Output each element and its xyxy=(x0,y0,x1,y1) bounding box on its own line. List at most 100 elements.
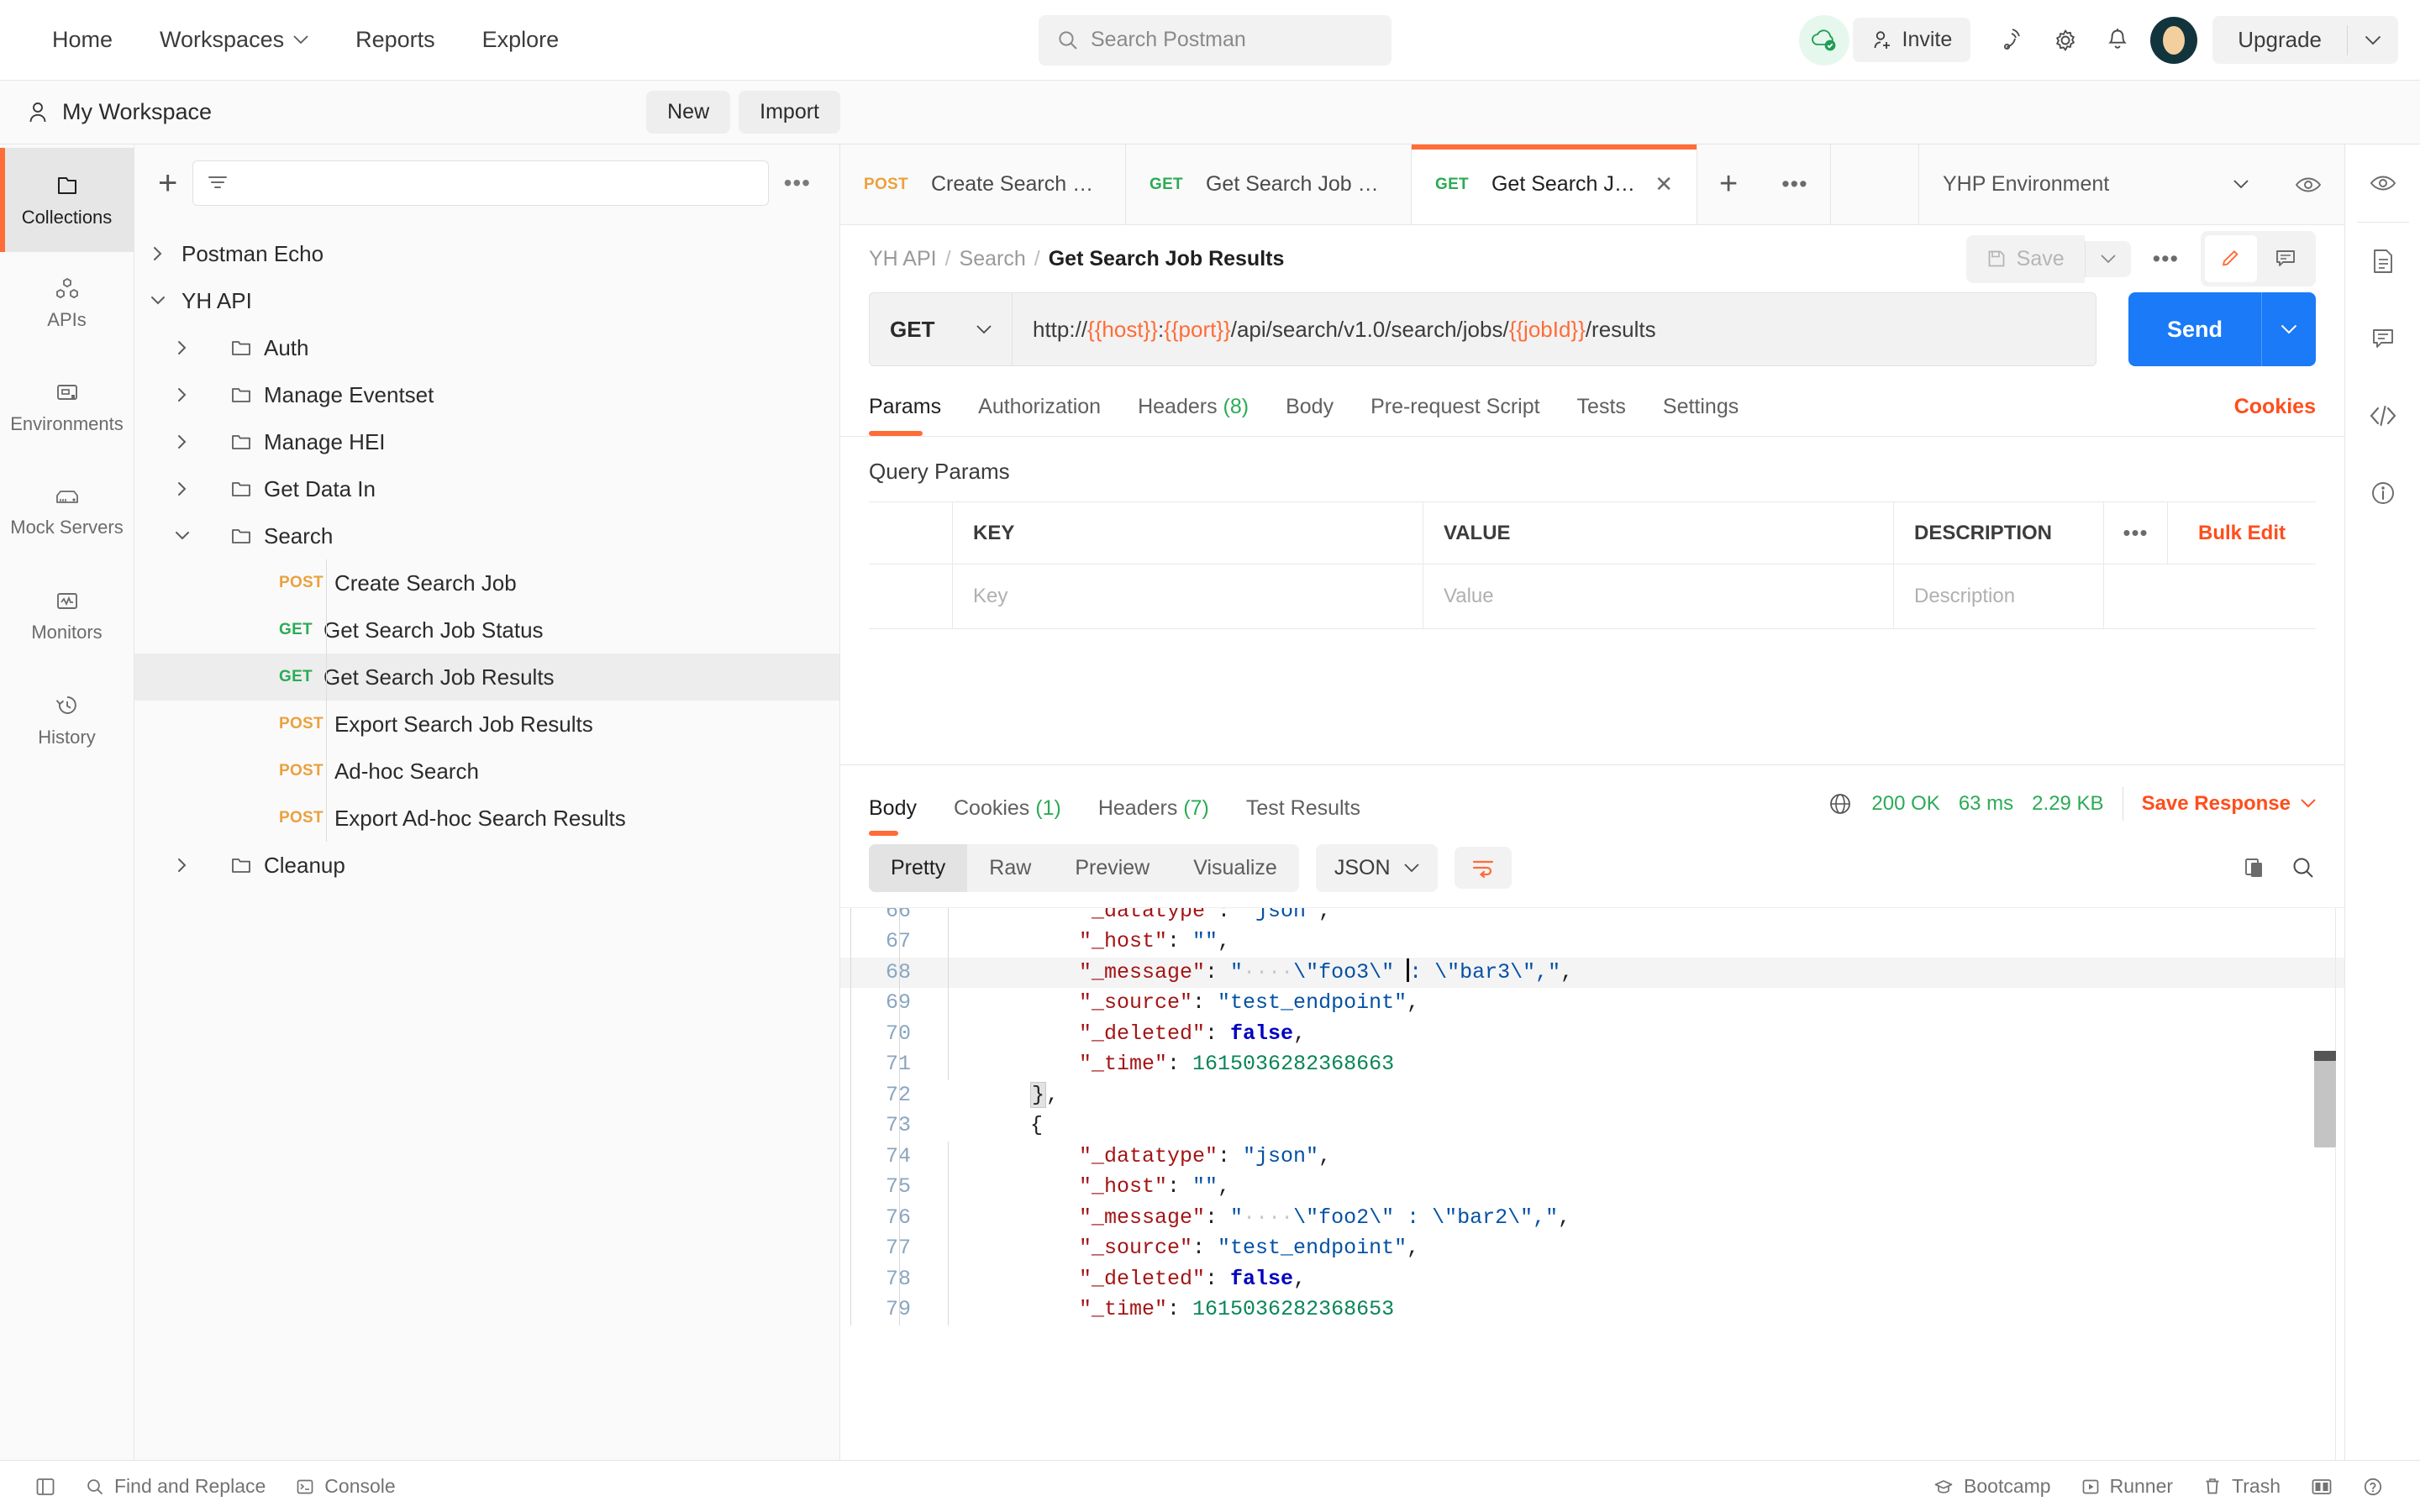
key-input[interactable]: Key xyxy=(953,564,1423,628)
request-tab-params[interactable]: Params xyxy=(869,395,960,436)
request-tab-2[interactable]: GET Get Search Job R... ✕ xyxy=(1412,144,1697,224)
save-response-button[interactable]: Save Response xyxy=(2142,792,2316,816)
close-icon[interactable]: ✕ xyxy=(1655,171,1673,197)
rail-item-apis[interactable]: APIs xyxy=(0,252,134,356)
tree-item-yh-api[interactable]: YH API xyxy=(134,277,839,324)
console-button[interactable]: Console xyxy=(281,1468,410,1504)
tree-expand-toggle[interactable] xyxy=(134,294,182,307)
http-method-selector[interactable]: GET xyxy=(869,292,1012,366)
tree-expand-toggle[interactable] xyxy=(134,244,182,263)
tree-expand-toggle[interactable] xyxy=(134,529,230,543)
rail-item-monitors[interactable]: Monitors xyxy=(0,564,134,669)
invite-button[interactable]: Invite xyxy=(1852,18,1971,62)
bell-icon[interactable] xyxy=(2093,16,2142,65)
send-chevron-down-icon[interactable] xyxy=(2261,292,2316,366)
response-format-selector[interactable]: JSON xyxy=(1315,843,1438,892)
tree-item-manage-hei[interactable]: Manage HEI xyxy=(134,418,839,465)
satellite-icon[interactable] xyxy=(1989,16,2038,65)
tree-expand-toggle[interactable] xyxy=(134,339,230,357)
tree-expand-toggle[interactable] xyxy=(134,856,230,874)
breadcrumb-item-folder[interactable]: Search xyxy=(960,247,1026,271)
upgrade-button[interactable]: Upgrade xyxy=(2212,16,2347,64)
breadcrumb-item-collection[interactable]: YH API xyxy=(869,247,937,271)
new-tab-button[interactable]: + xyxy=(1697,144,1760,224)
view-mode-visualize[interactable]: Visualize xyxy=(1171,844,1299,892)
request-tab-body[interactable]: Body xyxy=(1267,395,1352,436)
cookies-link[interactable]: Cookies xyxy=(2234,395,2316,436)
request-tab-headers[interactable]: Headers (8) xyxy=(1119,395,1267,436)
search-response-icon[interactable] xyxy=(2291,855,2316,880)
edit-pencil-icon[interactable] xyxy=(2205,235,2257,282)
url-input[interactable]: http://{{host}}:{{port}}/api/search/v1.0… xyxy=(1012,292,2096,366)
nav-link-reports[interactable]: Reports xyxy=(332,18,459,61)
copy-icon[interactable] xyxy=(2242,855,2267,880)
nav-link-workspaces[interactable]: Workspaces xyxy=(136,18,332,61)
two-pane-layout-button[interactable] xyxy=(2296,1471,2348,1503)
trash-button[interactable]: Trash xyxy=(2188,1468,2296,1504)
nav-link-explore[interactable]: Explore xyxy=(459,18,583,61)
sidebar-more-icon[interactable]: ••• xyxy=(784,170,811,197)
add-new-icon[interactable]: + xyxy=(158,166,177,200)
documentation-icon[interactable] xyxy=(2345,223,2420,300)
request-tab-1[interactable]: GET Get Search Job St... xyxy=(1126,144,1412,224)
rail-item-environments[interactable]: Environments xyxy=(0,356,134,460)
tree-item-get-data-in[interactable]: Get Data In xyxy=(134,465,839,512)
tree-item-postman-echo[interactable]: Postman Echo xyxy=(134,230,839,277)
response-scrollbar-thumb[interactable] xyxy=(2314,1060,2336,1147)
response-tab-test-results[interactable]: Test Results xyxy=(1228,796,1379,836)
environment-quick-look-eye-icon[interactable] xyxy=(2345,144,2420,222)
import-button[interactable]: Import xyxy=(739,91,840,134)
save-chevron-down-icon[interactable] xyxy=(2084,240,2131,277)
view-mode-raw[interactable]: Raw xyxy=(967,844,1053,892)
code-fold-marker[interactable]: } xyxy=(1030,1081,1047,1108)
rail-item-history[interactable]: History xyxy=(0,669,134,773)
runner-button[interactable]: Runner xyxy=(2066,1468,2188,1504)
description-input[interactable]: Description xyxy=(1894,564,2104,628)
tree-item-get-search-job-status[interactable]: GET Get Search Job Status xyxy=(134,606,839,654)
tree-item-manage-eventset[interactable]: Manage Eventset xyxy=(134,371,839,418)
tree-item-create-search-job[interactable]: POST Create Search Job xyxy=(134,559,839,606)
environment-quick-look-icon[interactable] xyxy=(2272,144,2344,224)
comment-icon[interactable] xyxy=(2260,235,2312,282)
response-tab-body[interactable]: Body xyxy=(869,796,935,836)
environment-selector[interactable]: YHP Environment xyxy=(1919,144,2272,224)
request-tab-0[interactable]: POST Create Search Job xyxy=(840,144,1126,224)
save-button[interactable]: Save xyxy=(1965,234,2085,283)
send-button[interactable]: Send xyxy=(2128,292,2261,366)
tree-item-search[interactable]: Search xyxy=(134,512,839,559)
bootcamp-button[interactable]: Bootcamp xyxy=(1918,1468,2066,1504)
new-button[interactable]: New xyxy=(646,91,731,134)
tree-item-get-search-job-results[interactable]: GET Get Search Job Results xyxy=(134,654,839,701)
request-tab-pre-request-script[interactable]: Pre-request Script xyxy=(1352,395,1558,436)
info-icon[interactable] xyxy=(2345,454,2420,532)
gear-icon[interactable] xyxy=(2041,16,2090,65)
tab-options-icon[interactable]: ••• xyxy=(1760,144,1831,224)
rail-item-collections[interactable]: Collections xyxy=(0,148,134,252)
help-button[interactable] xyxy=(2348,1470,2398,1504)
wrap-lines-button[interactable] xyxy=(1454,847,1512,889)
request-tab-tests[interactable]: Tests xyxy=(1559,395,1644,436)
table-more-icon[interactable]: ••• xyxy=(2104,502,2168,564)
tree-item-export-search-job-results[interactable]: POST Export Search Job Results xyxy=(134,701,839,748)
comments-icon[interactable] xyxy=(2345,300,2420,377)
response-tab-headers[interactable]: Headers (7) xyxy=(1080,796,1228,836)
tree-item-ad-hoc-search[interactable]: POST Ad-hoc Search xyxy=(134,748,839,795)
tree-item-export-ad-hoc-search-results[interactable]: POST Export Ad-hoc Search Results xyxy=(134,795,839,842)
tree-item-cleanup[interactable]: Cleanup xyxy=(134,842,839,889)
sidebar-filter-input[interactable] xyxy=(192,160,769,206)
response-tab-cookies[interactable]: Cookies (1) xyxy=(935,796,1080,836)
find-and-replace-button[interactable]: Find and Replace xyxy=(71,1468,281,1504)
request-tab-authorization[interactable]: Authorization xyxy=(960,395,1119,436)
value-input[interactable]: Value xyxy=(1423,564,1894,628)
workspace-selector[interactable]: My Workspace xyxy=(27,99,212,125)
view-mode-pretty[interactable]: Pretty xyxy=(869,843,968,892)
tree-item-auth[interactable]: Auth xyxy=(134,324,839,371)
global-search-input[interactable]: Search Postman xyxy=(1039,14,1392,66)
tree-expand-toggle[interactable] xyxy=(134,433,230,451)
request-more-icon[interactable]: ••• xyxy=(2131,246,2201,272)
view-mode-preview[interactable]: Preview xyxy=(1053,844,1171,892)
bulk-edit-button[interactable]: Bulk Edit xyxy=(2168,502,2316,564)
row-checkbox-cell[interactable] xyxy=(869,564,953,628)
code-snippet-icon[interactable] xyxy=(2345,377,2420,454)
select-all-checkbox-cell[interactable] xyxy=(869,502,953,564)
